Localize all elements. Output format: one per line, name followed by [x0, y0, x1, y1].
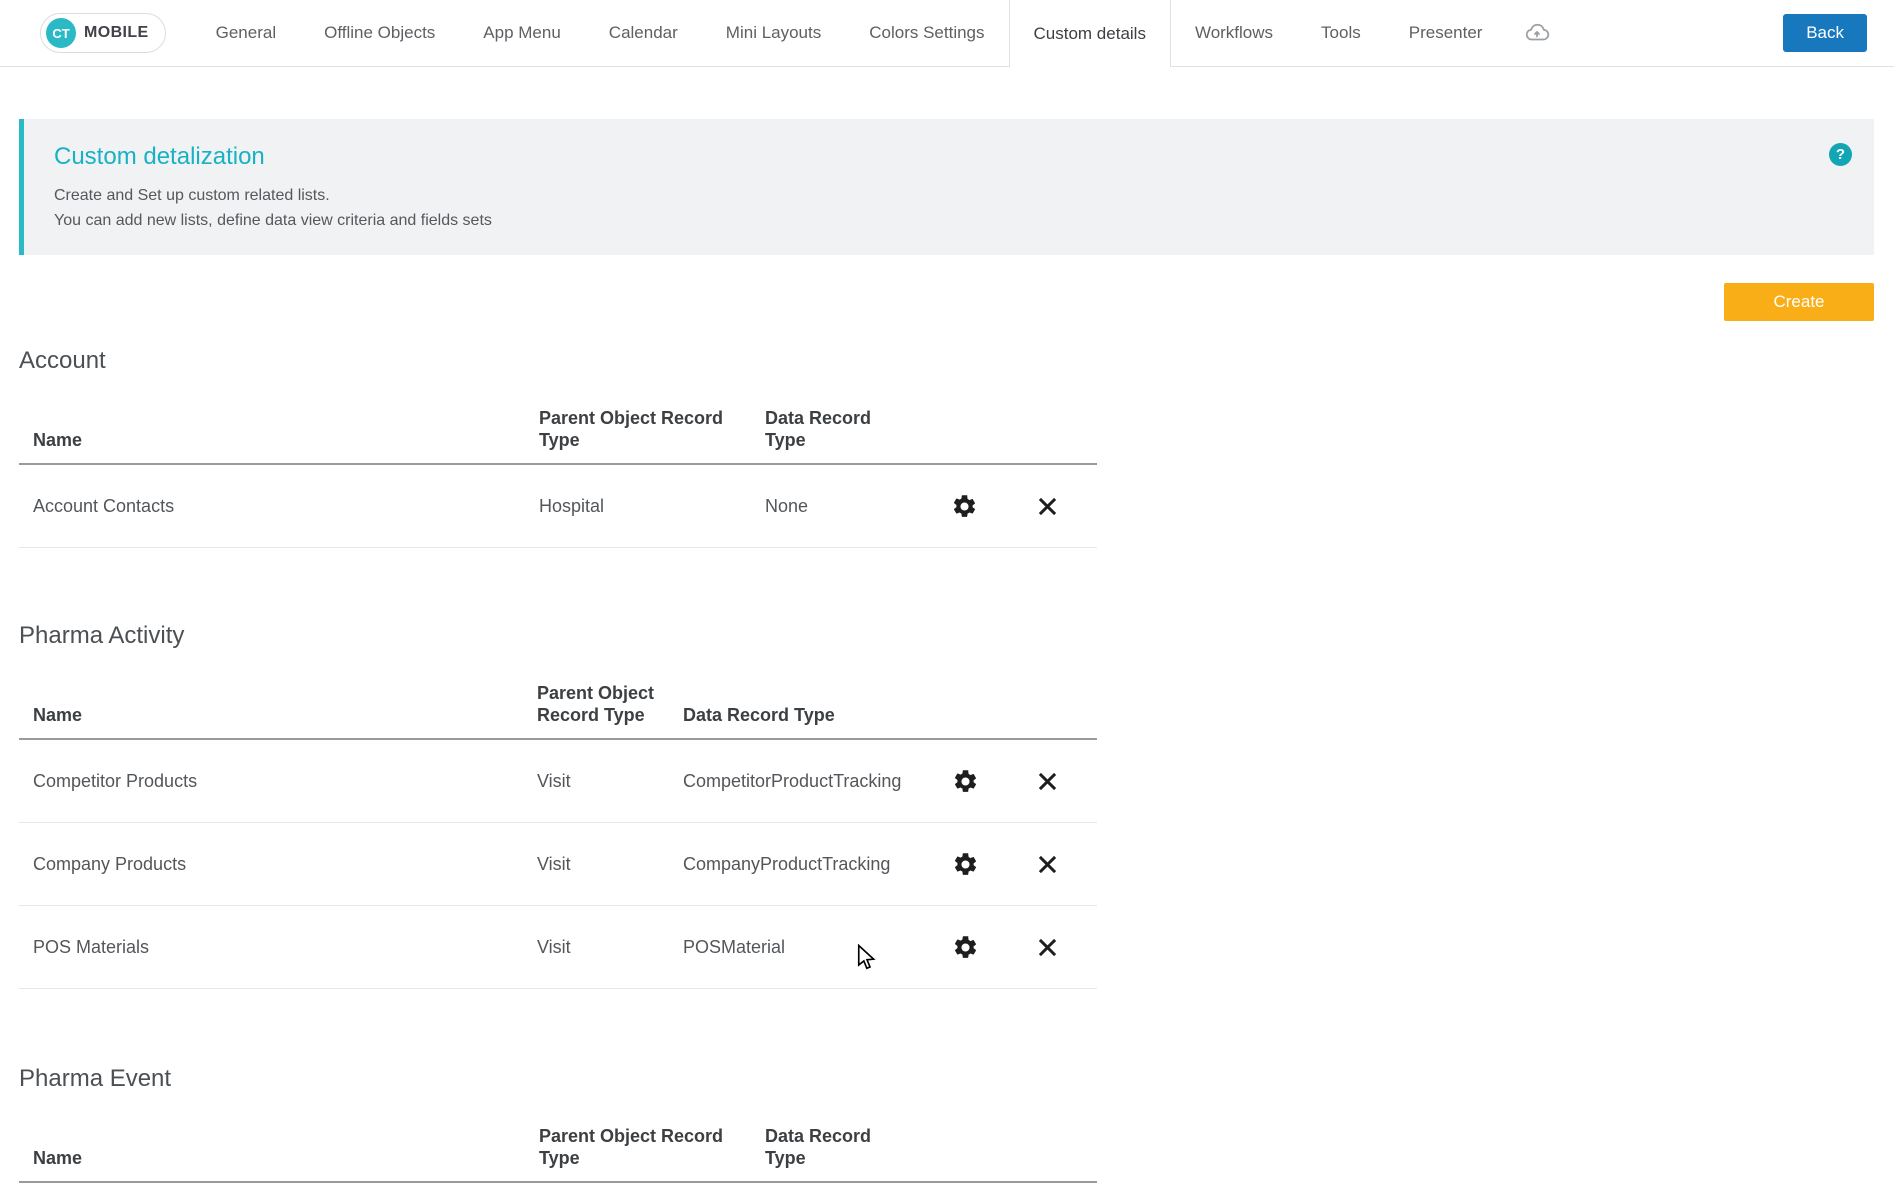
gear-icon[interactable] — [933, 768, 997, 795]
table-header-row: Name Parent Object Record Type Data Reco… — [19, 375, 1097, 465]
delete-x-icon[interactable] — [997, 494, 1097, 519]
section-title-pharma-event: Pharma Event — [19, 1065, 1874, 1093]
cell-name: Company Products — [19, 854, 537, 875]
column-header-spacer — [931, 451, 997, 463]
top-nav: CT MOBILE General Offline Objects App Me… — [0, 0, 1894, 67]
gear-icon[interactable] — [933, 851, 997, 878]
cell-parent-record-type: Hospital — [539, 496, 765, 517]
column-header-parent-object-record-type: Parent Object Record Type — [537, 682, 667, 738]
logo-brand-text: MOBILE — [84, 24, 149, 42]
cell-data-record-type: POSMaterial — [683, 937, 933, 958]
column-header-data-record-type: Data Record Type — [683, 704, 933, 738]
delete-x-icon[interactable] — [997, 935, 1097, 960]
create-button[interactable]: Create — [1724, 283, 1874, 321]
column-header-name: Name — [19, 429, 539, 463]
tab-custom-details[interactable]: Custom details — [1009, 0, 1171, 67]
help-icon[interactable]: ? — [1829, 143, 1852, 166]
cell-name: Account Contacts — [19, 496, 539, 517]
back-button[interactable]: Back — [1783, 14, 1867, 52]
ct-mobile-logo: CT MOBILE — [40, 13, 166, 53]
gear-icon[interactable] — [933, 934, 997, 961]
tab-colors-settings[interactable]: Colors Settings — [845, 0, 1008, 66]
table-row: Company Products Visit CompanyProductTra… — [19, 823, 1097, 906]
tab-presenter[interactable]: Presenter — [1385, 0, 1507, 66]
tab-offline-objects[interactable]: Offline Objects — [300, 0, 459, 66]
banner-description-line2: You can add new lists, define data view … — [54, 208, 1814, 233]
gear-icon[interactable] — [931, 493, 997, 520]
banner-title: Custom detalization — [54, 143, 1814, 171]
column-header-name: Name — [19, 1147, 539, 1181]
info-banner: Custom detalization Create and Set up cu… — [19, 119, 1874, 255]
column-header-spacer — [997, 726, 1097, 738]
cell-parent-record-type: Visit — [537, 937, 683, 958]
column-header-spacer — [997, 1169, 1097, 1181]
tab-general[interactable]: General — [192, 0, 300, 66]
create-button-row: Create — [19, 283, 1874, 321]
column-header-name: Name — [19, 704, 537, 738]
column-header-spacer — [931, 1169, 997, 1181]
column-header-spacer — [997, 451, 1097, 463]
cell-data-record-type: CompetitorProductTracking — [683, 771, 933, 792]
cell-parent-record-type: Visit — [537, 854, 683, 875]
account-table: Name Parent Object Record Type Data Reco… — [19, 375, 1097, 548]
tab-mini-layouts[interactable]: Mini Layouts — [702, 0, 845, 66]
main-content: Custom detalization Create and Set up cu… — [0, 119, 1894, 1183]
table-row: Account Contacts Hospital None — [19, 465, 1097, 548]
column-header-data-record-type: Data Record Type — [765, 407, 880, 463]
column-header-parent-object-record-type: Parent Object Record Type — [539, 1125, 734, 1181]
nav-tabs: General Offline Objects App Menu Calenda… — [192, 0, 1569, 66]
cell-parent-record-type: Visit — [537, 771, 683, 792]
cell-name: Competitor Products — [19, 771, 537, 792]
column-header-parent-object-record-type: Parent Object Record Type — [539, 407, 734, 463]
section-title-pharma-activity: Pharma Activity — [19, 622, 1874, 650]
column-header-spacer — [933, 726, 997, 738]
cloud-sync-icon[interactable] — [1506, 0, 1568, 66]
banner-description-line1: Create and Set up custom related lists. — [54, 183, 1814, 208]
cell-name: POS Materials — [19, 937, 537, 958]
column-header-data-record-type: Data Record Type — [765, 1125, 880, 1181]
delete-x-icon[interactable] — [997, 852, 1097, 877]
tab-workflows[interactable]: Workflows — [1171, 0, 1297, 66]
table-row: Competitor Products Visit CompetitorProd… — [19, 740, 1097, 823]
logo-circle: CT — [46, 18, 76, 48]
tab-calendar[interactable]: Calendar — [585, 0, 702, 66]
table-header-row: Name Parent Object Record Type Data Reco… — [19, 650, 1097, 740]
cell-data-record-type: None — [765, 496, 931, 517]
delete-x-icon[interactable] — [997, 769, 1097, 794]
table-header-row: Name Parent Object Record Type Data Reco… — [19, 1093, 1097, 1183]
cell-data-record-type: CompanyProductTracking — [683, 854, 933, 875]
tab-app-menu[interactable]: App Menu — [459, 0, 585, 66]
tab-tools[interactable]: Tools — [1297, 0, 1385, 66]
section-title-account: Account — [19, 347, 1874, 375]
pharma-event-table: Name Parent Object Record Type Data Reco… — [19, 1093, 1097, 1183]
table-row: POS Materials Visit POSMaterial — [19, 906, 1097, 989]
pharma-activity-table: Name Parent Object Record Type Data Reco… — [19, 650, 1097, 989]
